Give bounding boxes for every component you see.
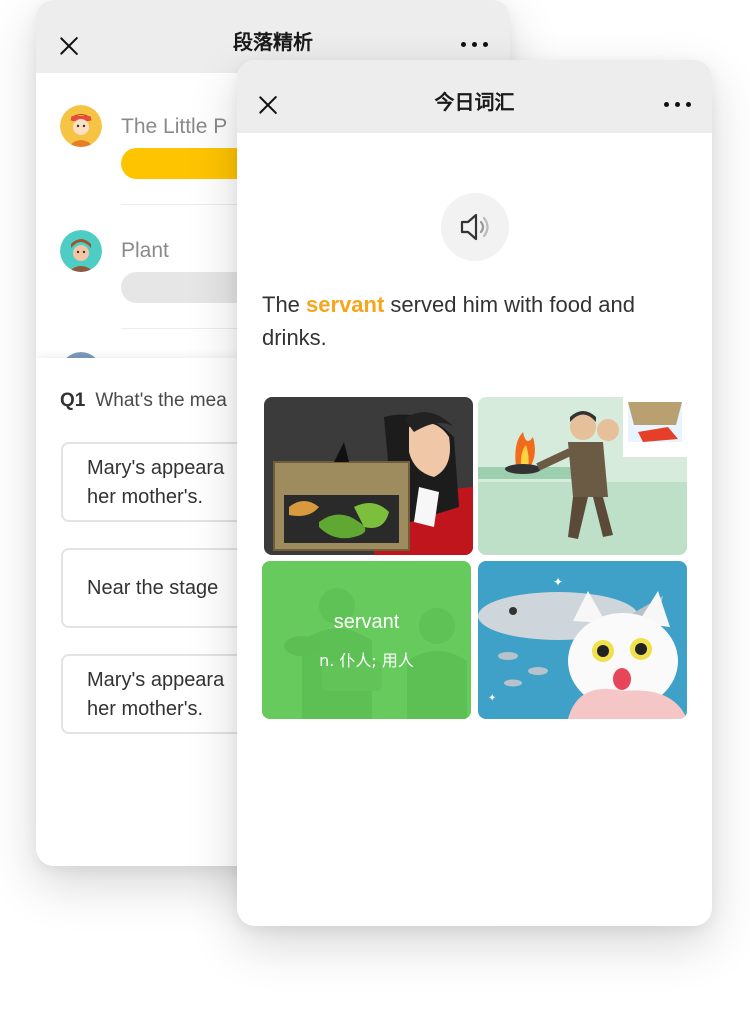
question-prompt: What's the mea: [95, 390, 227, 411]
option-text: Mary's appeara her mother's.: [87, 457, 225, 508]
kitchen-fire-illustration: [478, 397, 687, 555]
overlay-word: servant: [333, 611, 400, 633]
avatar: [60, 105, 102, 147]
sentence-text: The: [262, 292, 307, 317]
question-number: Q1: [60, 390, 86, 411]
list-item-label: Plant: [121, 239, 169, 262]
example-sentence: The servant served him with food and dri…: [262, 288, 692, 354]
play-audio-button[interactable]: [441, 193, 509, 261]
image-choice-tile[interactable]: [478, 397, 687, 555]
more-icon[interactable]: [460, 41, 490, 49]
front-panel-title: 今日词汇: [434, 90, 515, 114]
image-choice-tile[interactable]: [264, 397, 473, 555]
daily-vocabulary-panel: 今日词汇 The servant served him with food an…: [237, 60, 712, 926]
image-choice-tile-selected[interactable]: servant n. 仆人; 用人: [262, 561, 471, 719]
overlay-definition: n. 仆人; 用人: [319, 651, 414, 670]
svg-text:✦: ✦: [553, 575, 563, 589]
word-overlay: [262, 561, 471, 719]
man-hiding-snakes-illustration: [264, 397, 473, 555]
avatar: [60, 230, 102, 272]
option-text: Near the stage: [87, 577, 219, 599]
svg-text:✦: ✦: [488, 693, 496, 704]
cat-and-fish-illustration: ✦ ✦: [478, 561, 687, 719]
more-icon[interactable]: [663, 101, 693, 109]
option-text: Mary's appeara her mother's.: [87, 669, 225, 720]
front-title-bar: 今日词汇: [237, 60, 712, 133]
list-item-label: The Little P: [121, 115, 228, 138]
image-choice-tile[interactable]: ✦ ✦: [478, 561, 687, 719]
speaker-icon: [460, 213, 489, 241]
back-panel-title: 段落精析: [233, 30, 313, 54]
highlighted-word: servant: [306, 292, 385, 317]
question-text: Q1 What's the mea: [60, 390, 227, 412]
